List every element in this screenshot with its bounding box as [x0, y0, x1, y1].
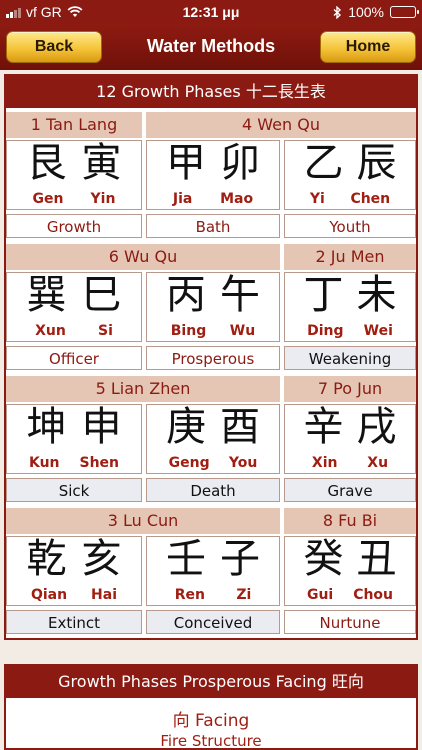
chinese-char: 酉	[220, 404, 260, 450]
chinese-char: 癸	[303, 536, 344, 582]
chinese-char: 庚	[166, 404, 206, 450]
phase-label: Youth	[284, 214, 416, 238]
battery-icon	[390, 6, 419, 18]
pinyin-label: Jia	[172, 191, 193, 207]
chinese-char: 辰	[356, 140, 397, 186]
star-label: 2 Ju Men	[284, 244, 416, 270]
chinese-char: 巳	[81, 272, 122, 318]
pinyin-label: Chen	[350, 191, 391, 207]
navigation-bar: Back Water Methods Home	[0, 24, 422, 70]
table-title: 12 Growth Phases 十二長生表	[6, 76, 416, 108]
phase-label: Weakening	[284, 346, 416, 370]
phase-label: Prosperous	[146, 346, 280, 370]
star-label: 6 Wu Qu	[6, 244, 280, 270]
growth-phases-table: 12 Growth Phases 十二長生表 1 Tan Lang 4 Wen …	[4, 74, 418, 640]
facing-label: 向 Facing	[172, 711, 250, 731]
branch-cell[interactable]: 坤申 Kun Shen	[6, 404, 142, 474]
pinyin-label: Shen	[79, 455, 120, 471]
prosperous-facing-section: Growth Phases Prosperous Facing 旺向 向 Fac…	[4, 664, 418, 750]
chinese-char: 辛	[303, 404, 344, 450]
chinese-char: 戌	[356, 404, 397, 450]
home-button[interactable]: Home	[320, 31, 416, 63]
phase-label: Death	[146, 478, 280, 502]
phase-label: Extinct	[6, 610, 142, 634]
branch-cell[interactable]: 艮寅 Gen Yin	[6, 140, 142, 210]
pinyin-label: You	[228, 455, 258, 471]
branch-cell[interactable]: 丁未 Ding Wei	[284, 272, 416, 342]
chinese-char: 寅	[81, 140, 122, 186]
phase-label: Nurtune	[284, 610, 416, 634]
star-label: 5 Lian Zhen	[6, 376, 280, 402]
chinese-char: 丙	[166, 272, 206, 318]
branch-cell[interactable]: 乙辰 Yi Chen	[284, 140, 416, 210]
phase-label: Conceived	[146, 610, 280, 634]
star-label: 7 Po Jun	[284, 376, 416, 402]
branch-cell[interactable]: 甲卯 Jia Mao	[146, 140, 280, 210]
pinyin-label: Xun	[35, 323, 66, 339]
pinyin-label: Yi	[309, 191, 325, 207]
phase-label: Bath	[146, 214, 280, 238]
battery-percent: 100%	[348, 4, 384, 20]
star-label: 8 Fu Bi	[284, 508, 416, 534]
page-title: Water Methods	[146, 36, 276, 56]
pinyin-label: Xin	[311, 455, 338, 471]
chinese-char: 丑	[356, 536, 397, 582]
pinyin-label: Ren	[174, 587, 205, 603]
status-bar: vf GR 12:31 μμ 100%	[0, 0, 422, 24]
phase-label: Growth	[6, 214, 142, 238]
branch-cell[interactable]: 癸丑 Gui Chou	[284, 536, 416, 606]
branch-cell[interactable]: 丙午 Bing Wu	[146, 272, 280, 342]
chinese-char: 卯	[220, 140, 260, 186]
chinese-char: 午	[220, 272, 260, 318]
branch-cell[interactable]: 乾亥 Qian Hai	[6, 536, 142, 606]
pinyin-label: Xu	[367, 455, 389, 471]
branch-cell[interactable]: 巽巳 Xun Si	[6, 272, 142, 342]
star-label: 1 Tan Lang	[6, 112, 142, 138]
chinese-char: 巽	[26, 272, 67, 318]
chinese-char: 坤	[26, 404, 67, 450]
pinyin-label: Gen	[32, 191, 64, 207]
branch-cell[interactable]: 壬子 Ren Zi	[146, 536, 280, 606]
pinyin-label: Geng	[168, 455, 210, 471]
section-title: Growth Phases Prosperous Facing 旺向	[6, 666, 416, 698]
chinese-char: 申	[81, 404, 122, 450]
chinese-char: 甲	[166, 140, 206, 186]
chinese-char: 艮	[26, 140, 67, 186]
branch-cell[interactable]: 辛戌 Xin Xu	[284, 404, 416, 474]
pinyin-label: Mao	[220, 191, 254, 207]
chinese-char: 子	[220, 536, 260, 582]
pinyin-label: Qian	[30, 587, 68, 603]
pinyin-label: Zi	[236, 587, 252, 603]
pinyin-label: Bing	[170, 323, 207, 339]
chinese-char: 未	[356, 272, 397, 318]
pinyin-label: Yin	[90, 191, 116, 207]
chinese-char: 丁	[303, 272, 344, 318]
branch-cell[interactable]: 庚酉 Geng You	[146, 404, 280, 474]
pinyin-label: Gui	[306, 587, 334, 603]
structure-label: Fire Structure	[160, 732, 262, 750]
chinese-char: 亥	[81, 536, 122, 582]
pinyin-label: Chou	[353, 587, 394, 603]
pinyin-label: Wei	[363, 323, 393, 339]
pinyin-label: Wu	[229, 323, 256, 339]
phase-label: Grave	[284, 478, 416, 502]
back-button[interactable]: Back	[6, 31, 102, 63]
star-label: 4 Wen Qu	[146, 112, 416, 138]
chinese-char: 乾	[26, 536, 67, 582]
bluetooth-icon	[333, 5, 342, 19]
pinyin-label: Si	[98, 323, 113, 339]
star-label: 3 Lu Cun	[6, 508, 280, 534]
status-right: 100%	[333, 4, 419, 20]
pinyin-label: Hai	[91, 587, 118, 603]
pinyin-label: Kun	[28, 455, 60, 471]
chinese-char: 乙	[303, 140, 344, 186]
chinese-char: 壬	[166, 536, 206, 582]
pinyin-label: Ding	[307, 323, 344, 339]
phase-label: Officer	[6, 346, 142, 370]
phase-label: Sick	[6, 478, 142, 502]
